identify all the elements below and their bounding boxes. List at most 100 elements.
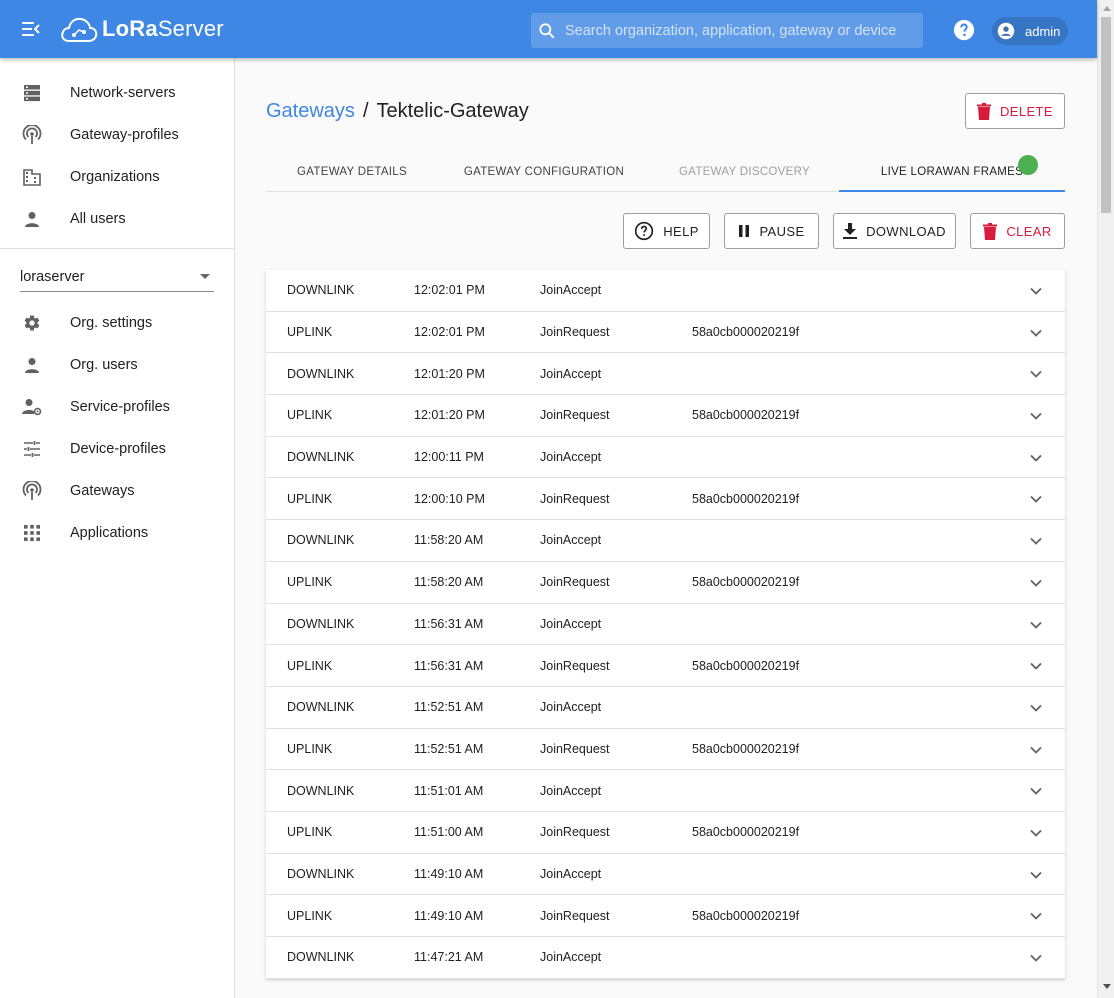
chevron-down-icon[interactable] xyxy=(1028,950,1044,966)
chevron-down-icon[interactable] xyxy=(1028,491,1044,507)
scroll-up-arrow-icon[interactable] xyxy=(1098,0,1114,17)
frame-direction: UPLINK xyxy=(287,491,333,506)
cloud-logo-icon xyxy=(61,17,98,42)
clear-button[interactable]: CLEAR xyxy=(970,213,1065,249)
chevron-down-icon[interactable] xyxy=(1028,366,1044,382)
download-button[interactable]: DOWNLOAD xyxy=(833,213,956,249)
sidebar-item-label: Device-profiles xyxy=(70,441,166,457)
chevron-down-icon[interactable] xyxy=(1028,575,1044,591)
frame-message-type: JoinRequest xyxy=(540,825,610,840)
frame-message-type: JoinRequest xyxy=(540,491,610,506)
chevron-down-icon[interactable] xyxy=(1028,283,1044,299)
frame-time: 11:58:20 AM xyxy=(414,575,484,590)
person-icon xyxy=(22,355,42,375)
dropdown-caret-icon xyxy=(200,274,210,279)
chevron-down-icon[interactable] xyxy=(1028,867,1044,883)
sidebar-item-org-users[interactable]: Org. users xyxy=(0,344,234,386)
tab-gateway-details[interactable]: GATEWAY DETAILS xyxy=(266,152,438,192)
scrollbar-thumb[interactable] xyxy=(1101,17,1111,213)
frame-time: 12:01:20 PM xyxy=(414,366,485,381)
chevron-down-icon[interactable] xyxy=(1028,408,1044,424)
tab-label: LIVE LORAWAN FRAMES xyxy=(880,166,1024,178)
chevron-down-icon[interactable] xyxy=(1028,325,1044,341)
clear-button-label: CLEAR xyxy=(1006,223,1052,239)
sidebar-item-org-settings[interactable]: Org. settings xyxy=(0,302,234,344)
sidebar-item-service-profiles[interactable]: Service-profiles xyxy=(0,386,234,428)
help-button[interactable]: HELP xyxy=(623,213,710,249)
app-bar: LoRaServer admin xyxy=(0,0,1097,58)
frame-row[interactable]: DOWNLINK 11:52:51 AM JoinAccept xyxy=(266,687,1065,729)
sidebar-item-applications[interactable]: Applications xyxy=(0,512,234,554)
pause-button[interactable]: PAUSE xyxy=(724,213,819,249)
frame-row[interactable]: UPLINK 11:58:20 AM JoinRequest 58a0cb000020… xyxy=(266,562,1065,604)
frame-time: 11:47:21 AM xyxy=(414,950,484,965)
frame-row[interactable]: DOWNLINK 11:56:31 AM JoinAccept xyxy=(266,604,1065,646)
frame-row[interactable]: DOWNLINK 11:51:01 AM JoinAccept xyxy=(266,770,1065,812)
frame-row[interactable]: UPLINK 11:51:00 AM JoinRequest 58a0cb000020… xyxy=(266,812,1065,854)
sidebar-item-gateway-profiles[interactable]: Gateway-profiles xyxy=(0,114,234,156)
sidebar-divider xyxy=(0,248,234,249)
delete-button-label: DELETE xyxy=(1000,103,1053,119)
gear-icon xyxy=(22,313,42,333)
chevron-down-icon[interactable] xyxy=(1028,450,1044,466)
frame-dev-eui: 58a0cb000020219f xyxy=(692,491,800,506)
pause-button-label: PAUSE xyxy=(759,223,805,239)
frame-message-type: JoinRequest xyxy=(540,658,610,673)
user-menu[interactable]: admin xyxy=(992,17,1068,45)
scroll-down-arrow-icon[interactable] xyxy=(1098,978,1114,995)
frame-row[interactable]: UPLINK 11:49:10 AM JoinRequest 58a0cb000020… xyxy=(266,895,1065,937)
chevron-down-icon[interactable] xyxy=(1028,533,1044,549)
help-circle-icon xyxy=(634,221,654,241)
antenna-icon xyxy=(22,481,42,501)
sidebar-item-label: Service-profiles xyxy=(70,399,170,415)
chevron-down-icon[interactable] xyxy=(1028,908,1044,924)
frame-row[interactable]: DOWNLINK 12:00:11 PM JoinAccept xyxy=(266,437,1065,479)
frame-row[interactable]: UPLINK 12:02:01 PM JoinRequest 58a0cb000020… xyxy=(266,312,1065,354)
frame-direction: DOWNLINK xyxy=(287,783,355,798)
chevron-down-icon[interactable] xyxy=(1028,825,1044,841)
delete-button[interactable]: DELETE xyxy=(965,93,1065,129)
frame-time: 11:51:00 AM xyxy=(414,825,484,840)
logo-brand-bold: LoRa xyxy=(102,16,158,41)
frame-row[interactable]: DOWNLINK 11:49:10 AM JoinAccept xyxy=(266,854,1065,896)
frame-direction: UPLINK xyxy=(287,658,333,673)
menu-collapse-icon[interactable] xyxy=(19,17,43,41)
chevron-down-icon[interactable] xyxy=(1028,700,1044,716)
chevron-down-icon[interactable] xyxy=(1028,742,1044,758)
help-icon[interactable] xyxy=(953,19,975,41)
frame-row[interactable]: UPLINK 12:00:10 PM JoinRequest 58a0cb000020… xyxy=(266,478,1065,521)
breadcrumb-gateways-link[interactable]: Gateways xyxy=(266,100,355,123)
frame-row[interactable]: UPLINK 11:52:51 AM JoinRequest 58a0cb000020… xyxy=(266,729,1065,771)
sidebar-item-organizations[interactable]: Organizations xyxy=(0,156,234,198)
page-scrollbar[interactable] xyxy=(1097,0,1114,998)
frame-message-type: JoinRequest xyxy=(540,325,610,340)
frame-message-type: JoinAccept xyxy=(540,366,602,381)
frame-row[interactable]: DOWNLINK 11:58:20 AM JoinAccept xyxy=(266,520,1065,562)
frame-time: 11:56:31 AM xyxy=(414,658,484,673)
sidebar-item-label: Org. users xyxy=(70,357,138,373)
tab-gateway-configuration[interactable]: GATEWAY CONFIGURATION xyxy=(438,152,650,192)
frame-row[interactable]: UPLINK 12:01:20 PM JoinRequest 58a0cb000020… xyxy=(266,395,1065,437)
chevron-down-icon[interactable] xyxy=(1028,658,1044,674)
frame-direction: DOWNLINK xyxy=(287,866,355,881)
sidebar-item-gateways[interactable]: Gateways xyxy=(0,470,234,512)
frame-time: 11:52:51 AM xyxy=(414,741,484,756)
frame-message-type: JoinRequest xyxy=(540,408,610,423)
frame-row[interactable]: UPLINK 11:56:31 AM JoinRequest 58a0cb000020… xyxy=(266,645,1065,687)
app-logo[interactable]: LoRaServer xyxy=(60,15,224,43)
frame-row[interactable]: DOWNLINK 12:02:01 PM JoinAccept xyxy=(266,270,1065,312)
frame-direction: UPLINK xyxy=(287,825,333,840)
frame-row[interactable]: DOWNLINK 12:01:20 PM JoinAccept xyxy=(266,353,1065,396)
sidebar-item-device-profiles[interactable]: Device-profiles xyxy=(0,428,234,470)
frame-direction: UPLINK xyxy=(287,325,333,340)
chevron-down-icon[interactable] xyxy=(1028,617,1044,633)
sidebar-item-network-servers[interactable]: Network-servers xyxy=(0,72,234,114)
sidebar-item-all-users[interactable]: All users xyxy=(0,198,234,240)
organization-select[interactable]: loraserver xyxy=(20,262,214,292)
frame-direction: UPLINK xyxy=(287,741,333,756)
frame-time: 11:49:10 AM xyxy=(414,908,484,923)
search-input[interactable] xyxy=(565,22,915,39)
search-bar[interactable] xyxy=(531,13,923,48)
frame-row[interactable]: DOWNLINK 11:47:21 AM JoinAccept xyxy=(266,937,1065,979)
chevron-down-icon[interactable] xyxy=(1028,783,1044,799)
